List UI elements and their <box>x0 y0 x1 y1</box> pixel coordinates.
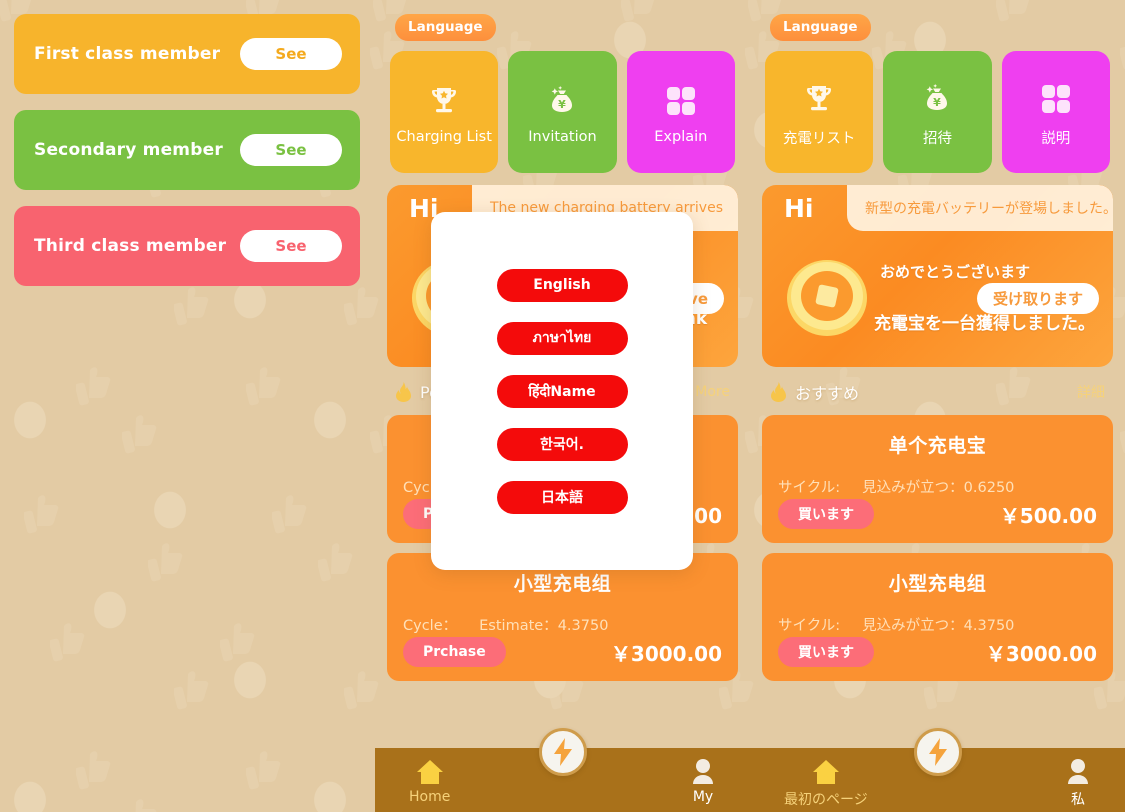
member-card-title: Secondary member <box>34 140 223 160</box>
purchase-button[interactable]: 買います <box>778 637 874 667</box>
product-title: 小型充电组 <box>888 573 987 595</box>
trophy-icon <box>424 79 464 123</box>
money-bag-icon: ¥ <box>917 77 957 121</box>
see-button-first[interactable]: See <box>240 38 342 70</box>
lightning-bolt-icon[interactable] <box>538 728 587 776</box>
language-option-korean[interactable]: 한국어. <box>496 427 628 461</box>
reward-banner: 新型の充電バッテリーが登場しました。 Hi おめでとうございます 充電宝を一台獲… <box>762 185 1113 367</box>
nav-item-my[interactable]: 私 <box>1065 756 1091 809</box>
reward-banner-strip: 新型の充電バッテリーが登場しました。 <box>847 185 1113 231</box>
member-card-title: First class member <box>34 44 221 64</box>
language-option-hindi[interactable]: हिंदीName <box>496 374 628 408</box>
tile-charging-list[interactable]: Charging List <box>390 51 499 173</box>
product-title: 单个充电宝 <box>888 435 987 457</box>
product-estimate-value: 4.3750 <box>557 618 609 634</box>
product-estimate-value: 4.3750 <box>963 618 1015 634</box>
grid-icon <box>1036 77 1076 121</box>
popular-label: おすすめ <box>795 384 860 403</box>
svg-text:¥: ¥ <box>559 98 567 111</box>
product-cycle-label: サイクル: <box>778 618 841 634</box>
popular-more-link[interactable]: 詳細 <box>1077 382 1105 402</box>
receive-button[interactable]: 受け取ります <box>976 283 1099 314</box>
nav-item-my[interactable]: My <box>690 756 716 805</box>
svg-text:¥: ¥ <box>934 96 942 109</box>
tile-explain[interactable]: 説明 <box>1001 51 1110 173</box>
tile-label: Explain <box>654 129 708 145</box>
tile-label: Invitation <box>528 129 597 145</box>
purchase-button[interactable]: 買います <box>778 499 874 529</box>
tile-invitation[interactable]: ¥ 招待 <box>883 51 992 173</box>
tile-explain[interactable]: Explain <box>626 51 735 173</box>
product-cycle-label: Cycle： <box>403 618 458 634</box>
product-cycle-label: サイクル: <box>778 480 841 496</box>
gold-coin-icon <box>784 253 870 339</box>
home-icon <box>811 756 841 786</box>
product-price: ￥3000.00 <box>610 641 722 666</box>
product-card[interactable]: 小型充电组 サイクル: 見込みが立つ：4.3750 買います ￥3000.00 <box>762 553 1113 681</box>
nav-label-home: 最初のページ <box>784 792 868 808</box>
language-option-japanese[interactable]: 日本語 <box>496 480 628 514</box>
app-preview-japanese: Language 充電リスト ¥ 招待 説明 新型の充電バッテリーが登場しました… <box>750 0 1125 812</box>
tile-charging-list[interactable]: 充電リスト <box>765 51 874 173</box>
member-card-title: Third class member <box>34 236 227 256</box>
shortcut-tiles: 充電リスト ¥ 招待 説明 <box>762 51 1113 173</box>
tile-label: 説明 <box>1041 130 1071 147</box>
home-icon <box>415 756 445 786</box>
product-price: ￥500.00 <box>999 503 1097 528</box>
fire-icon <box>395 382 412 402</box>
language-option-thai[interactable]: ภาษาไทย <box>496 321 628 355</box>
product-estimate-label: Estimate： <box>479 618 558 634</box>
tile-invitation[interactable]: ¥ Invitation <box>508 51 617 173</box>
person-icon <box>1065 756 1091 786</box>
tile-label: 招待 <box>922 130 952 147</box>
popular-more-link[interactable]: More <box>695 384 730 400</box>
grid-icon <box>661 79 701 123</box>
product-estimate-label: 見込みが立つ： <box>862 618 964 634</box>
shortcut-tiles: Charging List ¥ Invitation Explain <box>387 51 738 173</box>
nav-label-my: My <box>692 789 714 805</box>
product-card[interactable]: 小型充电组 Cycle： Estimate：4.3750 Prchase ￥30… <box>387 553 738 681</box>
trophy-icon <box>799 77 839 121</box>
popular-section-header: おすすめ 詳細 <box>762 379 1113 405</box>
tile-label: Charging List <box>396 129 492 145</box>
language-badge[interactable]: Language <box>395 14 496 41</box>
product-title: 小型充电组 <box>513 573 612 595</box>
lightning-bolt-icon[interactable] <box>913 728 962 776</box>
nav-item-home[interactable]: 最初のページ <box>784 756 868 809</box>
reward-banner-greeting: Hi <box>784 193 814 223</box>
nav-label-home: Home <box>409 789 451 805</box>
see-button-secondary[interactable]: See <box>240 134 342 166</box>
person-icon <box>690 756 716 786</box>
member-card-secondary[interactable]: Secondary member See <box>14 110 360 190</box>
language-badge[interactable]: Language <box>770 14 871 41</box>
see-button-third[interactable]: See <box>240 230 342 262</box>
product-price: ￥3000.00 <box>985 641 1097 666</box>
reward-line-1: おめでとうございます <box>880 263 1031 281</box>
nav-item-home[interactable]: Home <box>409 756 450 805</box>
product-estimate-value: 0.6250 <box>963 480 1015 496</box>
product-estimate-label: 見込みが立つ： <box>862 480 964 496</box>
language-option-english[interactable]: English <box>496 268 628 302</box>
member-list-panel: First class member See Secondary member … <box>0 0 374 812</box>
member-card-first[interactable]: First class member See <box>14 14 360 94</box>
nav-label-my: 私 <box>1071 792 1085 808</box>
fire-icon <box>770 382 787 402</box>
product-card[interactable]: 单个充电宝 サイクル: 見込みが立つ：0.6250 買います ￥500.00 <box>762 415 1113 543</box>
member-card-third[interactable]: Third class member See <box>14 206 360 286</box>
money-bag-icon: ¥ <box>542 79 582 123</box>
language-selection-modal: English ภาษาไทย हिंदीName 한국어. 日本語 <box>431 212 693 570</box>
purchase-button[interactable]: Prchase <box>403 637 506 667</box>
tile-label: 充電リスト <box>782 130 856 147</box>
